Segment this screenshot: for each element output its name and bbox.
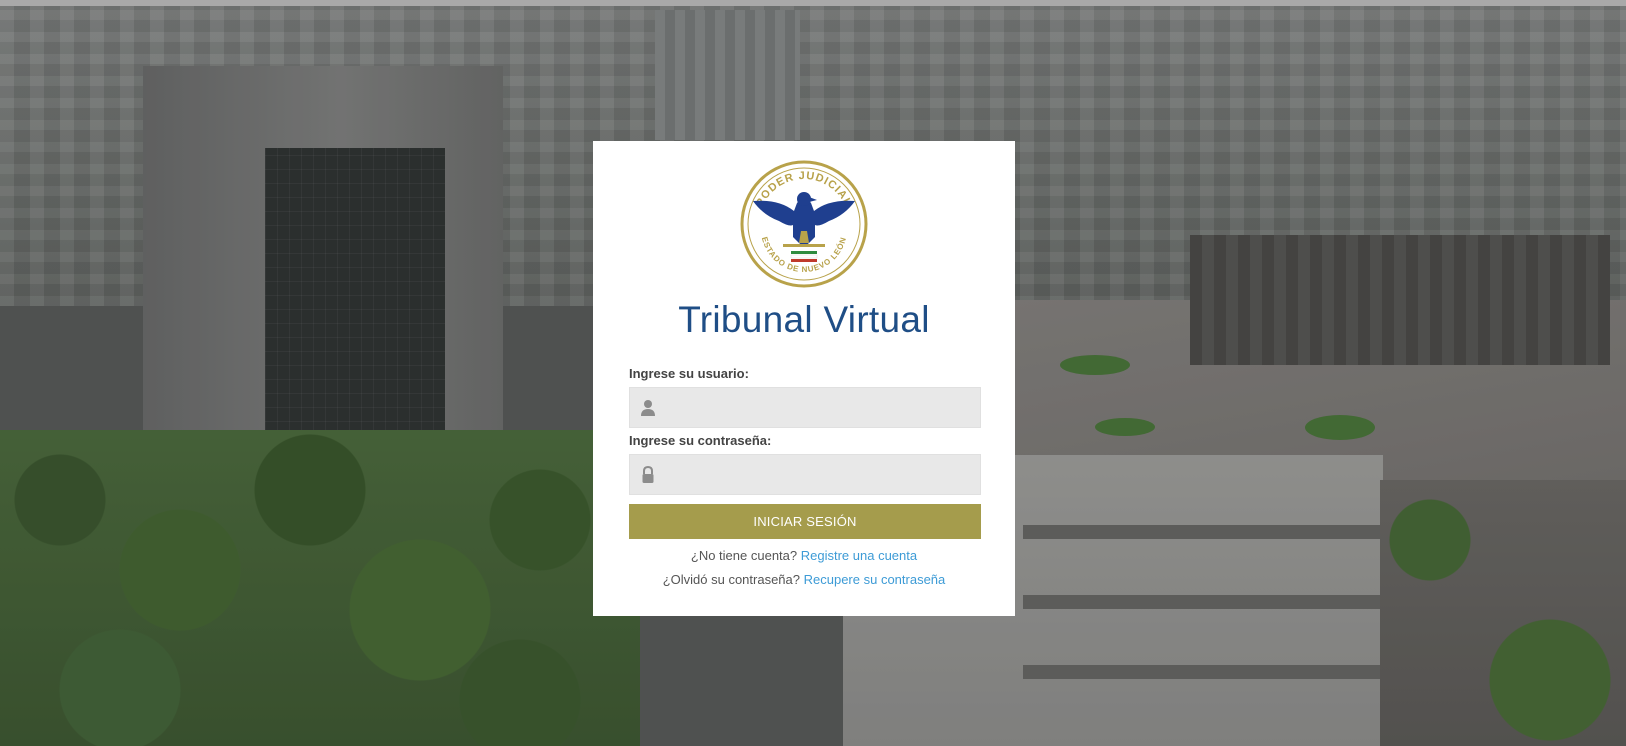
recover-password-link[interactable]: Recupere su contraseña xyxy=(804,572,946,587)
user-icon xyxy=(641,400,655,416)
recover-row: ¿Olvidó su contraseña? Recupere su contr… xyxy=(593,572,1015,587)
login-button[interactable]: INICIAR SESIÓN xyxy=(629,504,981,539)
lock-icon xyxy=(642,466,654,483)
register-row: ¿No tiene cuenta? Registre una cuenta xyxy=(593,548,1015,563)
login-card: PODER JUDICIAL ESTADO DE NUEVO LEÓN Trib… xyxy=(593,141,1015,616)
register-prompt: ¿No tiene cuenta? xyxy=(690,548,798,563)
password-field-wrapper[interactable] xyxy=(629,454,981,496)
register-link[interactable]: Registre una cuenta xyxy=(801,548,917,563)
poder-judicial-seal-logo: PODER JUDICIAL ESTADO DE NUEVO LEÓN xyxy=(740,160,868,288)
page-title: Tribunal Virtual xyxy=(678,299,930,340)
password-input[interactable] xyxy=(666,455,980,496)
username-input[interactable] xyxy=(666,388,980,429)
username-label: Ingrese su usuario: xyxy=(629,366,749,381)
password-label: Ingrese su contraseña: xyxy=(629,433,772,448)
username-field-wrapper[interactable] xyxy=(629,387,981,429)
recover-prompt: ¿Olvidó su contraseña? xyxy=(662,572,800,587)
